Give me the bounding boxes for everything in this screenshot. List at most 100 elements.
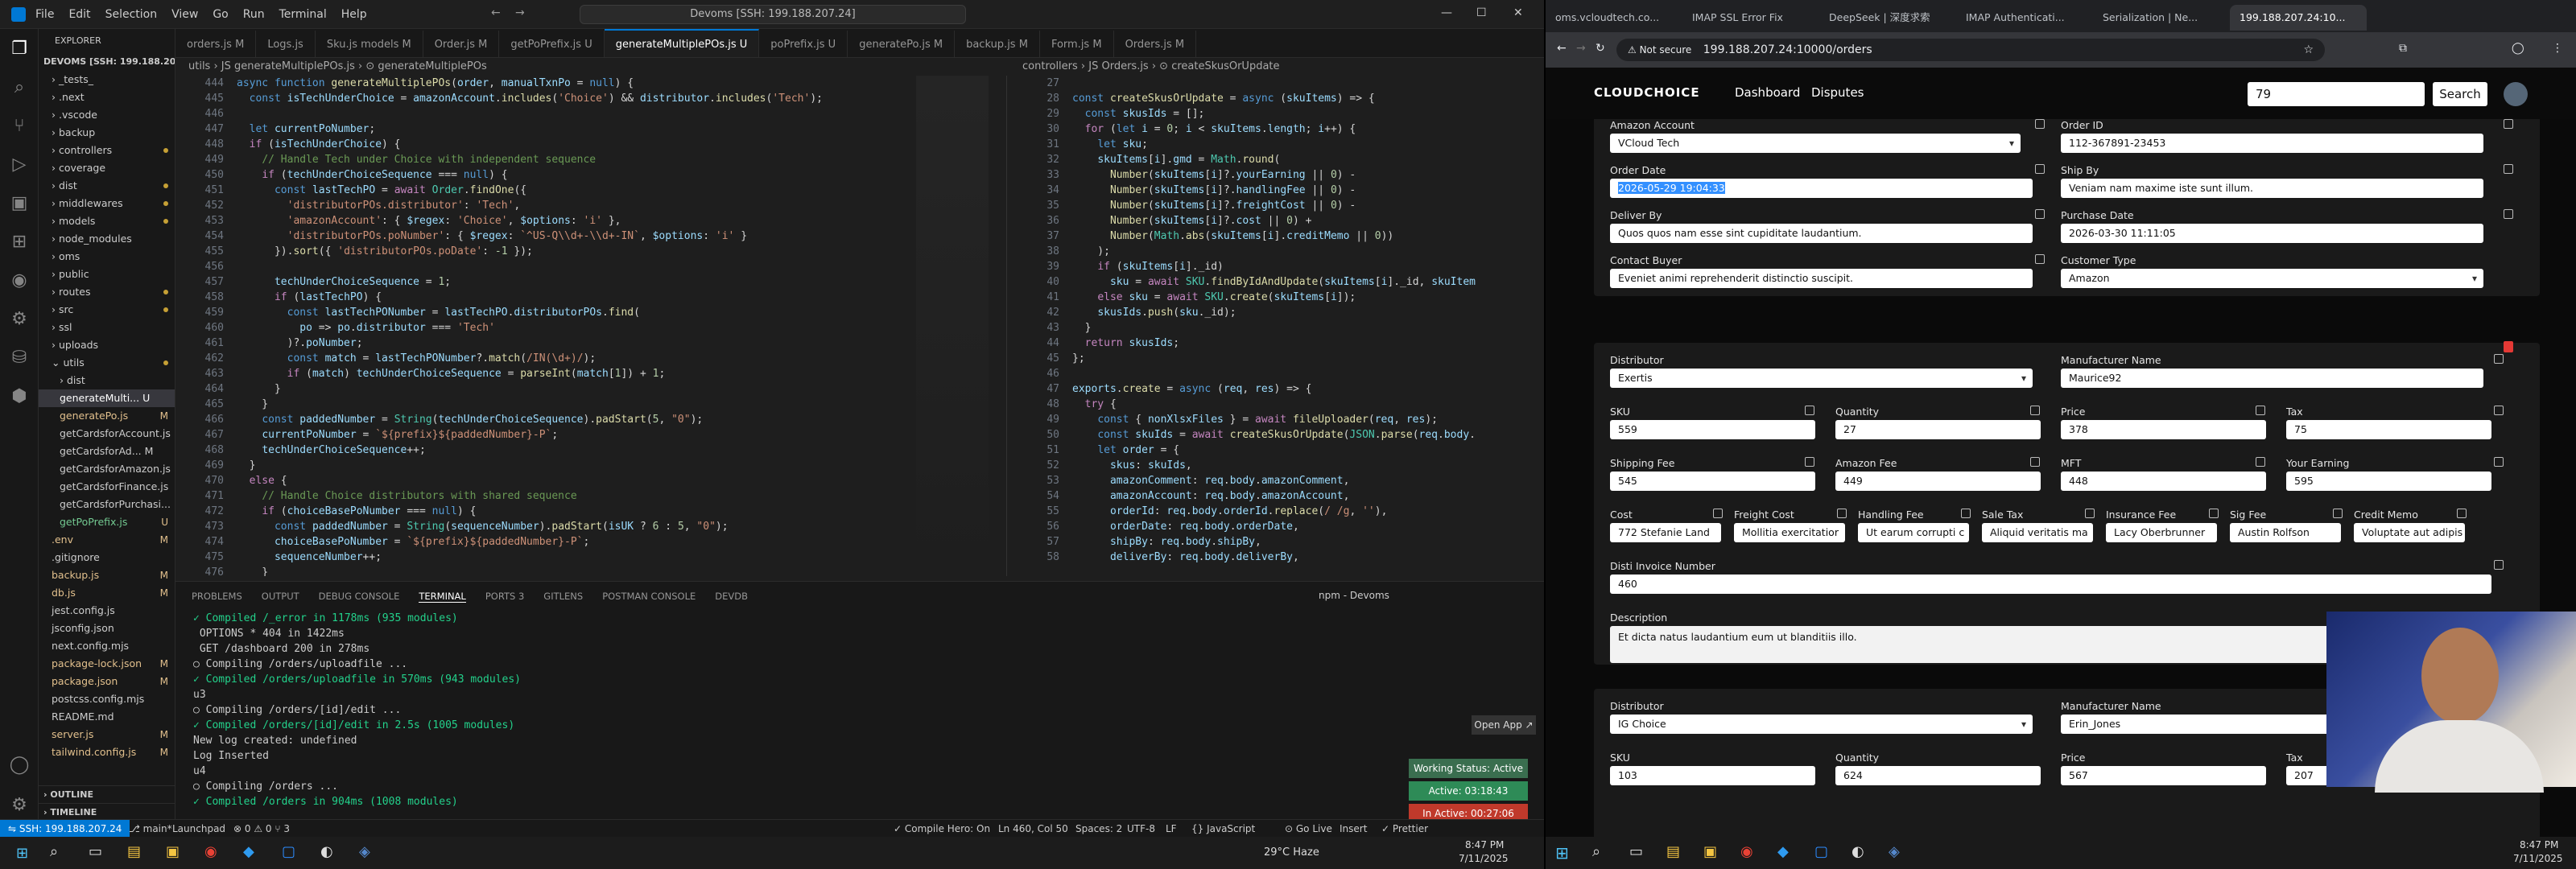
- weather-widget[interactable]: 29°C Haze: [1264, 846, 1319, 859]
- tree-item[interactable]: › routes: [39, 283, 175, 301]
- invoice-field[interactable]: 460: [1610, 575, 2491, 594]
- search-taskbar-icon[interactable]: ⌕: [50, 843, 58, 860]
- copy-icon[interactable]: [1837, 509, 1847, 518]
- amazon-fee-field[interactable]: 449: [1835, 472, 2041, 491]
- copy-icon[interactable]: [2256, 406, 2265, 415]
- quantity-field[interactable]: 27: [1835, 420, 2041, 439]
- code-line[interactable]: shipBy: req.body.shipBy,: [1072, 534, 1261, 550]
- code-line[interactable]: for (let i = 0; i < skuItems.length; i++…: [1072, 121, 1356, 137]
- copy-icon[interactable]: [2035, 209, 2045, 219]
- menu-item-go[interactable]: Go: [213, 0, 228, 29]
- code-line[interactable]: let order = {: [1072, 443, 1179, 458]
- menu-item-file[interactable]: File: [35, 0, 54, 29]
- handling-fee-field[interactable]: Ut earum corrupti c: [1858, 523, 1969, 542]
- code-line[interactable]: // Handle Tech under Choice with indepen…: [237, 152, 596, 167]
- code-line[interactable]: );: [1072, 244, 1110, 259]
- file-explorer-icon[interactable]: ▤: [127, 843, 141, 860]
- code-line[interactable]: if (skuItems[i]._id): [1072, 259, 1224, 274]
- code-line[interactable]: const createSkusOrUpdate = async (skuIte…: [1072, 91, 1375, 106]
- terminal-output[interactable]: ✓ Compiled /_error in 1178ms (935 module…: [175, 611, 1544, 809]
- copy-icon[interactable]: [2494, 406, 2504, 415]
- copy-icon[interactable]: [2030, 406, 2040, 415]
- browser-tab[interactable]: DeepSeek | 深度求索: [1819, 5, 1956, 31]
- eol[interactable]: LF: [1166, 820, 1177, 838]
- sku-field[interactable]: 103: [1610, 766, 1815, 785]
- not-secure-badge[interactable]: ⚠ Not secure: [1628, 44, 1691, 56]
- editor-tab[interactable]: orders.js M: [175, 31, 257, 57]
- code-line[interactable]: po => po.distributor === 'Tech': [237, 320, 495, 336]
- tree-item[interactable]: › oms: [39, 248, 175, 266]
- code-line[interactable]: sku = await SKU.findByIdAndUpdate(skuIte…: [1072, 274, 1476, 290]
- code-line[interactable]: Number(skuItems[i]?.handlingFee || 0) -: [1072, 183, 1356, 198]
- price-field[interactable]: 378: [2061, 420, 2266, 439]
- tree-item[interactable]: › public: [39, 266, 175, 283]
- copy-icon[interactable]: [2035, 119, 2045, 129]
- forward-arrow-icon[interactable]: →: [515, 6, 525, 19]
- tree-item[interactable]: › dist: [39, 177, 175, 195]
- code-line[interactable]: if (techUnderChoiceSequence === null) {: [237, 167, 507, 183]
- zoom-icon[interactable]: ▢: [282, 843, 295, 860]
- database-icon[interactable]: ⛁: [0, 338, 39, 377]
- minimize-icon[interactable]: —: [1441, 6, 1452, 19]
- code-line[interactable]: Number(skuItems[i]?.freightCost || 0) -: [1072, 198, 1356, 213]
- vscode-taskbar-icon[interactable]: ◆: [243, 843, 254, 860]
- explorer-icon[interactable]: ❐: [0, 29, 39, 68]
- panel-tab[interactable]: OUTPUT: [262, 591, 299, 602]
- menu-item-run[interactable]: Run: [243, 0, 265, 29]
- maximize-icon[interactable]: ☐: [1476, 6, 1487, 19]
- tree-item[interactable]: README.md: [39, 708, 175, 726]
- code-line[interactable]: else sku = await SKU.create(skuItems[i])…: [1072, 290, 1356, 305]
- app-icon[interactable]: ◐: [320, 843, 333, 860]
- tree-item[interactable]: jest.config.js: [39, 602, 175, 620]
- quantity-field[interactable]: 624: [1835, 766, 2041, 785]
- amazon-account-select[interactable]: VCloud Tech: [1610, 134, 2021, 153]
- distributor-select[interactable]: IG Choice: [1610, 715, 2033, 734]
- browser-menu-icon[interactable]: ⋮: [2552, 42, 2563, 55]
- store-icon[interactable]: ▣: [1703, 843, 1717, 860]
- ship-by-field[interactable]: Veniam nam maxime iste sunt illum.: [2061, 179, 2483, 198]
- panel-tab[interactable]: PROBLEMS: [192, 591, 242, 602]
- search-taskbar-icon[interactable]: ⌕: [1592, 843, 1600, 860]
- copy-icon[interactable]: [2209, 509, 2219, 518]
- settings-gear-icon[interactable]: ⚙: [0, 785, 39, 824]
- command-center-search[interactable]: Devoms [SSH: 199.188.207.24]: [580, 5, 966, 24]
- copy-icon[interactable]: [2457, 509, 2467, 518]
- copy-icon[interactable]: [2494, 560, 2504, 570]
- copy-icon[interactable]: [2035, 254, 2045, 264]
- gitlens-icon[interactable]: ◉: [0, 261, 39, 299]
- tree-item[interactable]: › dist: [39, 372, 175, 389]
- account-icon[interactable]: ◯: [0, 745, 39, 784]
- code-line[interactable]: const paddedNumber = String(techUnderCho…: [237, 412, 703, 427]
- editor-tab[interactable]: Order.js M: [423, 31, 500, 57]
- code-line[interactable]: if (isTechUnderChoice) {: [237, 137, 401, 152]
- copy-icon[interactable]: [1805, 457, 1814, 467]
- copy-icon[interactable]: [2333, 509, 2343, 518]
- tree-item[interactable]: › node_modules: [39, 230, 175, 248]
- menu-item-terminal[interactable]: Terminal: [279, 0, 327, 29]
- source-control-icon[interactable]: ⑂: [0, 106, 39, 145]
- menu-item-view[interactable]: View: [171, 0, 198, 29]
- tree-item[interactable]: › ssl: [39, 319, 175, 336]
- code-line[interactable]: try {: [1072, 397, 1117, 412]
- mft-field[interactable]: 448: [2061, 472, 2266, 491]
- browser-tab[interactable]: IMAP Authenticati...: [1956, 5, 2093, 31]
- editor-tab[interactable]: getPoPrefix.js U: [499, 31, 605, 57]
- copy-icon[interactable]: [1805, 406, 1814, 415]
- your-earning-field[interactable]: 595: [2286, 472, 2491, 491]
- chrome-icon[interactable]: ◉: [1740, 843, 1753, 860]
- code-line[interactable]: const skuIds = await createSkusOrUpdate(…: [1072, 427, 1476, 443]
- timeline-section[interactable]: › TIMELINE: [39, 803, 175, 821]
- panel-tab[interactable]: GITLENS: [543, 591, 583, 602]
- language-mode[interactable]: {} JavaScript: [1191, 820, 1255, 838]
- browser-tab[interactable]: 199.188.207.24:10...: [2230, 5, 2367, 31]
- insurance-fee-field[interactable]: Lacy Oberbrunner: [2106, 523, 2217, 542]
- code-line[interactable]: techUnderChoiceSequence++;: [237, 443, 426, 458]
- search-icon[interactable]: ⌕: [0, 68, 39, 106]
- code-line[interactable]: Number(skuItems[i]?.cost || 0) +: [1072, 213, 1312, 229]
- prettier-indicator[interactable]: ✓ Prettier: [1381, 820, 1428, 838]
- editor-right[interactable]: 27 28 const createSkusOrUpdate = async (sk…: [1011, 76, 1544, 576]
- outline-section[interactable]: › OUTLINE: [39, 785, 175, 803]
- editor-tab[interactable]: Sku.js models M: [316, 31, 423, 57]
- code-line[interactable]: }: [237, 565, 268, 576]
- nav-disputes[interactable]: Disputes: [1811, 85, 1864, 100]
